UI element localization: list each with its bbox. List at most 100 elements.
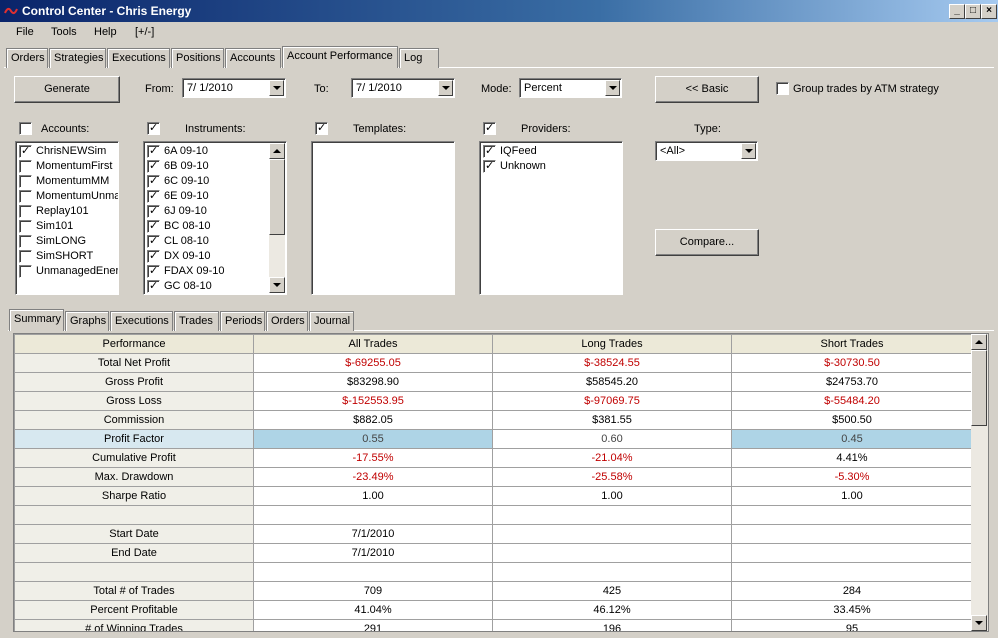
grid-scrollbar[interactable] bbox=[971, 334, 988, 631]
table-cell[interactable]: $882.05 bbox=[253, 410, 493, 430]
list-item[interactable]: BC 08-10 bbox=[144, 219, 286, 234]
scroll-up-icon[interactable] bbox=[971, 334, 987, 350]
column-header[interactable]: Performance bbox=[14, 334, 254, 354]
table-cell[interactable]: -21.04% bbox=[492, 448, 732, 468]
account-checkbox[interactable] bbox=[19, 175, 32, 188]
table-cell[interactable]: 196 bbox=[492, 619, 732, 631]
instruments-list[interactable]: 6A 09-10 6B 09-10 6C 09-10 6E 09-10 6J 0… bbox=[143, 141, 287, 295]
table-cell[interactable] bbox=[253, 505, 493, 525]
tab-graphs[interactable]: Graphs bbox=[65, 311, 109, 331]
table-cell[interactable]: $-30730.50 bbox=[731, 353, 973, 373]
basic-button[interactable]: << Basic bbox=[655, 76, 759, 103]
instruments-scrollbar[interactable] bbox=[269, 143, 285, 293]
table-cell[interactable]: $24753.70 bbox=[731, 372, 973, 392]
column-header[interactable]: Long Trades bbox=[492, 334, 732, 354]
tab-log[interactable]: Log bbox=[399, 48, 439, 68]
table-row[interactable]: Percent Profitable 41.04% 46.12% 33.45% bbox=[14, 600, 973, 620]
scroll-down-icon[interactable] bbox=[269, 277, 285, 293]
table-cell[interactable]: 284 bbox=[731, 581, 973, 601]
tab-accounts[interactable]: Accounts bbox=[225, 48, 281, 68]
table-row[interactable] bbox=[14, 505, 973, 525]
table-cell[interactable]: 1.00 bbox=[731, 486, 973, 506]
table-cell[interactable] bbox=[492, 505, 732, 525]
table-cell[interactable]: $381.55 bbox=[492, 410, 732, 430]
table-cell[interactable]: -25.58% bbox=[492, 467, 732, 487]
chevron-down-icon[interactable] bbox=[605, 80, 620, 96]
account-checkbox[interactable] bbox=[19, 235, 32, 248]
menu-tools[interactable]: Tools bbox=[51, 26, 77, 38]
to-date-picker[interactable]: 7/ 1/2010 bbox=[351, 78, 455, 98]
table-row[interactable]: Cumulative Profit -17.55% -21.04% 4.41% bbox=[14, 448, 973, 468]
instrument-checkbox[interactable] bbox=[147, 249, 160, 263]
tab-strategies[interactable]: Strategies bbox=[49, 48, 106, 68]
mode-select[interactable]: Percent bbox=[519, 78, 622, 98]
account-checkbox[interactable] bbox=[19, 190, 32, 203]
table-row[interactable]: Start Date 7/1/2010 bbox=[14, 524, 973, 544]
table-cell[interactable] bbox=[492, 543, 732, 563]
table-cell[interactable]: $-97069.75 bbox=[492, 391, 732, 411]
table-cell[interactable] bbox=[731, 543, 973, 563]
close-button[interactable]: × bbox=[981, 4, 997, 19]
table-cell[interactable]: $83298.90 bbox=[253, 372, 493, 392]
list-item[interactable]: 6C 09-10 bbox=[144, 174, 286, 189]
table-row[interactable]: End Date 7/1/2010 bbox=[14, 543, 973, 563]
list-item[interactable]: IQFeed bbox=[480, 144, 622, 159]
table-cell[interactable]: 291 bbox=[253, 619, 493, 631]
scroll-up-icon[interactable] bbox=[269, 143, 285, 159]
table-cell[interactable] bbox=[253, 562, 493, 582]
list-item[interactable]: 6J 09-10 bbox=[144, 204, 286, 219]
table-cell[interactable]: $-69255.05 bbox=[253, 353, 493, 373]
group-atm-checkbox[interactable] bbox=[776, 82, 789, 95]
menu-toggle[interactable]: [+/-] bbox=[135, 26, 154, 38]
scroll-thumb[interactable] bbox=[971, 350, 987, 426]
table-cell[interactable]: 4.41% bbox=[731, 448, 973, 468]
column-header[interactable]: Short Trades bbox=[731, 334, 973, 354]
type-select[interactable]: <All> bbox=[655, 141, 758, 161]
list-item[interactable]: ChrisNEWSim bbox=[16, 144, 118, 159]
table-row[interactable]: Sharpe Ratio 1.00 1.00 1.00 bbox=[14, 486, 973, 506]
table-cell[interactable] bbox=[731, 562, 973, 582]
table-cell[interactable] bbox=[731, 524, 973, 544]
table-cell[interactable]: $58545.20 bbox=[492, 372, 732, 392]
scroll-thumb[interactable] bbox=[269, 159, 285, 235]
maximize-button[interactable]: □ bbox=[965, 4, 981, 19]
instrument-checkbox[interactable] bbox=[147, 234, 160, 248]
table-cell[interactable]: 33.45% bbox=[731, 600, 973, 620]
instrument-checkbox[interactable] bbox=[147, 279, 160, 293]
table-cell[interactable]: 46.12% bbox=[492, 600, 732, 620]
tab-executions-sub[interactable]: Executions bbox=[110, 311, 173, 331]
list-item[interactable]: CL 08-10 bbox=[144, 234, 286, 249]
instrument-checkbox[interactable] bbox=[147, 219, 160, 233]
table-cell[interactable]: 1.00 bbox=[253, 486, 493, 506]
table-cell[interactable]: 0.60 bbox=[492, 429, 732, 449]
templates-list[interactable] bbox=[311, 141, 455, 295]
provider-checkbox[interactable] bbox=[483, 144, 496, 158]
instrument-checkbox[interactable] bbox=[147, 174, 160, 188]
provider-checkbox[interactable] bbox=[483, 159, 496, 173]
account-checkbox[interactable] bbox=[19, 144, 32, 158]
accounts-list[interactable]: ChrisNEWSim MomentumFirst MomentumMM Mom… bbox=[15, 141, 119, 295]
table-row[interactable]: Gross Profit $83298.90 $58545.20 $24753.70 bbox=[14, 372, 973, 392]
account-checkbox[interactable] bbox=[19, 205, 32, 218]
table-row[interactable]: Gross Loss $-152553.95 $-97069.75 $-55484.2… bbox=[14, 391, 973, 411]
table-cell[interactable]: 1.00 bbox=[492, 486, 732, 506]
tab-executions[interactable]: Executions bbox=[107, 48, 170, 68]
instrument-checkbox[interactable] bbox=[147, 189, 160, 203]
templates-all-checkbox[interactable] bbox=[315, 121, 328, 135]
table-cell[interactable] bbox=[492, 524, 732, 544]
table-row[interactable]: Total # of Trades 709 425 284 bbox=[14, 581, 973, 601]
list-item[interactable]: MomentumUnmar bbox=[16, 189, 118, 204]
instrument-checkbox[interactable] bbox=[147, 144, 160, 158]
tab-trades[interactable]: Trades bbox=[174, 311, 219, 331]
table-cell[interactable]: -5.30% bbox=[731, 467, 973, 487]
table-cell[interactable]: -23.49% bbox=[253, 467, 493, 487]
list-item[interactable]: 6E 09-10 bbox=[144, 189, 286, 204]
account-checkbox[interactable] bbox=[19, 250, 32, 263]
list-item[interactable]: FDAX 09-10 bbox=[144, 264, 286, 279]
chevron-down-icon[interactable] bbox=[438, 80, 453, 96]
table-row[interactable]: Total Net Profit $-69255.05 $-38524.55 $-30… bbox=[14, 353, 973, 373]
list-item[interactable]: UnmanagedEner bbox=[16, 264, 118, 279]
table-cell[interactable]: $-152553.95 bbox=[253, 391, 493, 411]
tab-journal[interactable]: Journal bbox=[309, 311, 354, 331]
list-item[interactable]: 6B 09-10 bbox=[144, 159, 286, 174]
